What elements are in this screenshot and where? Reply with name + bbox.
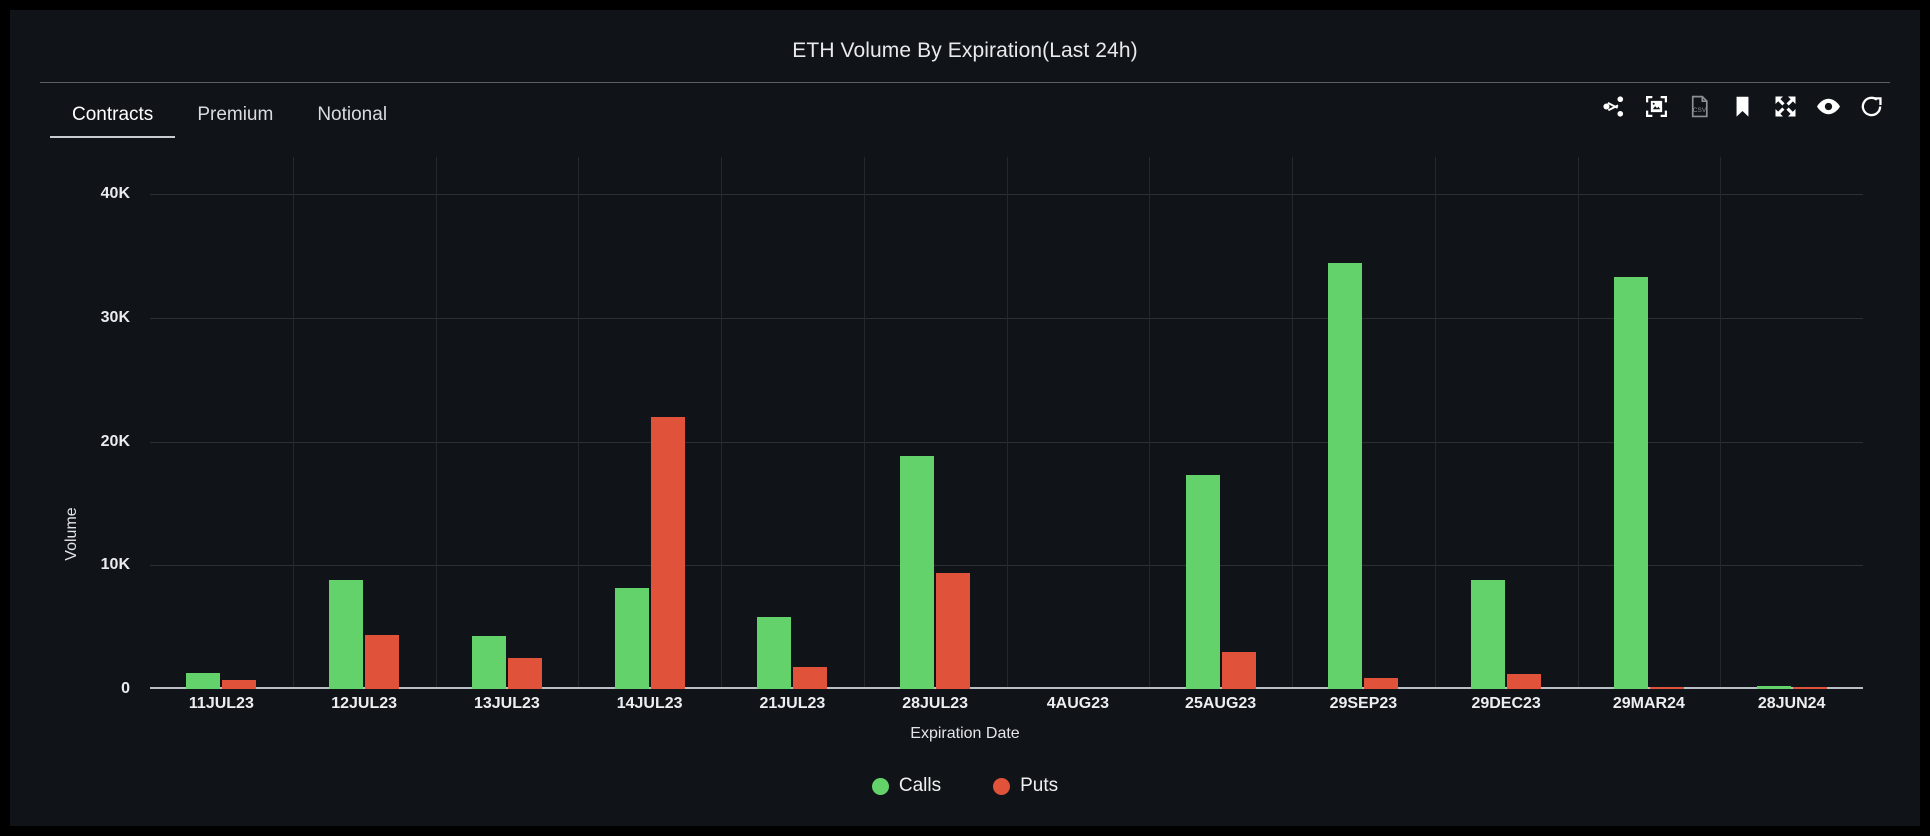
legend-label-puts: Puts	[1020, 775, 1059, 796]
tab-premium-label: Premium	[197, 104, 274, 125]
bookmark-icon[interactable]	[1729, 93, 1755, 119]
screenshot-root: ETH Volume By Expiration(Last 24h) Contr…	[0, 0, 1930, 836]
x-axis-tick-label: 25AUG23	[1185, 695, 1257, 712]
x-axis-tick-label: 21JUL23	[759, 695, 826, 712]
eye-icon[interactable]	[1815, 93, 1841, 119]
tab-notional-label: Notional	[317, 104, 388, 125]
chart-legend: Calls Puts	[10, 775, 1920, 797]
x-axis-tick-label: 29MAR24	[1612, 695, 1685, 712]
x-axis-title: Expiration Date	[910, 725, 1020, 742]
x-axis-tick-label: 14JUL23	[616, 695, 683, 712]
legend-swatch-puts	[993, 777, 1011, 795]
x-axis-tick-label: 28JUL23	[902, 695, 969, 712]
refresh-icon[interactable]	[1858, 93, 1884, 119]
share-icon[interactable]	[1600, 93, 1626, 119]
csv-export-icon[interactable]: CSV	[1686, 93, 1712, 119]
tab-premium[interactable]: Premium	[175, 105, 295, 138]
legend-label-calls: Calls	[898, 775, 942, 796]
chart-toolbar: CSV	[1600, 93, 1884, 119]
x-axis-tick-label: 11JUL23	[188, 695, 254, 712]
plot-area: Volume 0 10K 20K 30K 40K 11JUL23 12JUL23 13JUL…	[10, 140, 1920, 826]
fullscreen-icon[interactable]	[1772, 93, 1798, 119]
tab-list: Contracts Premium Notional	[50, 90, 409, 138]
tabbar-divider	[40, 82, 1890, 83]
legend-swatch-calls	[871, 777, 889, 795]
x-axis-tick-label: 28JUN24	[1757, 695, 1826, 712]
x-axis-tick-label: 29SEP23	[1329, 695, 1398, 712]
x-axis-tick-label: 4AUG23	[1046, 695, 1109, 712]
x-axis-tick-label: 29DEC23	[1471, 695, 1541, 712]
tab-contracts-label: Contracts	[72, 104, 154, 125]
legend-item-puts[interactable]: Puts	[993, 775, 1058, 797]
x-axis-tick-labels: 11JUL23 12JUL23 13JUL23 14JUL23 21JUL23 28JUL…	[10, 140, 1920, 826]
legend-item-calls[interactable]: Calls	[871, 775, 942, 797]
svg-text:CSV: CSV	[1692, 106, 1706, 113]
x-axis-tick-label: 13JUL23	[473, 695, 540, 712]
x-axis-tick-label: 12JUL23	[331, 695, 398, 712]
image-export-icon[interactable]	[1643, 93, 1669, 119]
page-title: ETH Volume By Expiration(Last 24h)	[792, 39, 1138, 62]
tab-contracts[interactable]: Contracts	[50, 104, 176, 138]
chart-panel: ETH Volume By Expiration(Last 24h) Contr…	[10, 10, 1920, 826]
tab-notional[interactable]: Notional	[295, 105, 409, 138]
